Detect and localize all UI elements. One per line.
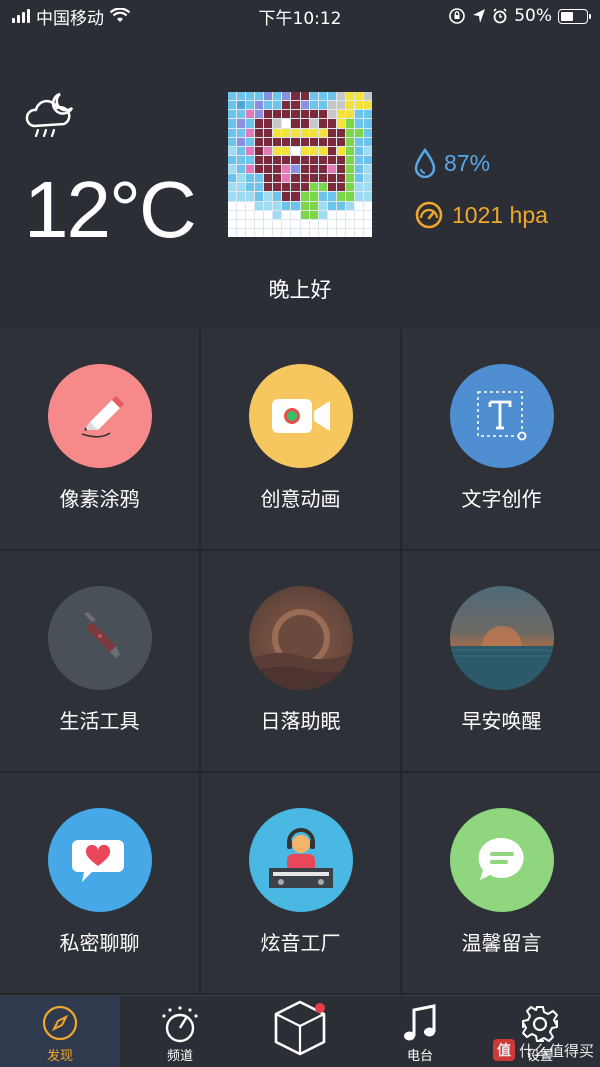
tile-label: 生活工具 [59,709,140,733]
status-bar: 中国移动 下午10:12 50% [0,0,600,32]
night-cloud-rain-icon [25,92,74,138]
wifi-icon [110,8,130,22]
tile-pixel-doodle[interactable]: 像素涂鸦 [0,329,199,549]
sunrise-icon [449,586,554,690]
tab-radio[interactable]: 电台 [360,996,480,1067]
tile-warm-message[interactable]: 温馨留言 [402,773,600,993]
swiss-knife-icon [47,586,152,690]
location-icon [473,9,486,23]
lock-rotation-icon [449,8,466,24]
video-camera-icon [248,364,353,468]
cube-icon [274,1000,326,1056]
tile-label: 早安唤醒 [461,709,542,733]
heart-chat-icon [47,808,152,912]
tile-private-chat[interactable]: 私密聊聊 [0,773,199,993]
tile-label: 温馨留言 [461,931,542,955]
alarm-icon [493,8,507,24]
watermark-text: 什么值得买 [518,1041,594,1060]
pencil-icon [47,364,152,468]
battery-percent: 50% [514,6,552,26]
gauge-icon [415,201,443,229]
tile-morning-wake[interactable]: 早安唤醒 [402,551,600,771]
tile-label: 文字创作 [461,487,542,511]
tab-label: 频道 [166,1049,193,1064]
battery-icon [558,8,591,24]
dj-icon [248,808,353,912]
tab-label: 发现 [46,1049,73,1064]
tile-cool-music[interactable]: 炫音工厂 [201,773,400,993]
pixel-art-display[interactable] [228,92,372,237]
greeting: 晚上好 [268,278,332,302]
compass-icon [42,1005,78,1041]
tab-channels[interactable]: 频道 [120,996,240,1067]
tile-life-tools[interactable]: 生活工具 [0,551,199,771]
water-drop-icon [414,148,436,178]
status-left: 中国移动 [12,4,130,29]
tile-text-creation[interactable]: 文字创作 [402,329,600,549]
tab-device[interactable] [240,996,360,1067]
tile-label: 炫音工厂 [260,931,341,955]
gear-icon [522,1006,558,1042]
signal-icon [12,9,30,23]
pressure-value: 1021 hpa [452,201,548,228]
music-note-icon [404,1004,436,1041]
message-icon [449,808,554,912]
sunset-icon [248,586,353,690]
watermark: 值 什么值得买 [492,1039,594,1061]
pressure: 1021 hpa [414,200,548,230]
tab-bar: 发现 频道 电台 设置 值 什么值得买 [0,995,600,1067]
watermark-badge: 值 [492,1039,515,1061]
tile-label: 日落助眠 [260,709,341,733]
tile-label: 创意动画 [260,487,341,511]
tile-label: 像素涂鸦 [59,487,140,511]
weather-header: 12°C 87% 1021 hpa 晚上好 [0,32,600,329]
tile-creative-animation[interactable]: 创意动画 [201,329,400,549]
status-right: 50% [448,6,591,26]
feature-grid: 像素涂鸦 创意动画 文字创作 生活工具 日落助眠 早安唤醒 私密聊聊 炫音工厂 … [0,329,600,995]
humidity-value: 87% [444,149,491,176]
tab-label: 电台 [406,1049,433,1064]
text-t-icon [449,364,554,468]
tile-sunset-sleep[interactable]: 日落助眠 [201,551,400,771]
status-time: 下午10:12 [258,8,342,29]
tile-label: 私密聊聊 [59,931,140,955]
dial-icon [162,1006,198,1043]
tab-discover[interactable]: 发现 [0,996,120,1067]
humidity: 87% [414,148,490,178]
temperature: 12°C [24,165,197,254]
carrier-label: 中国移动 [36,8,104,29]
